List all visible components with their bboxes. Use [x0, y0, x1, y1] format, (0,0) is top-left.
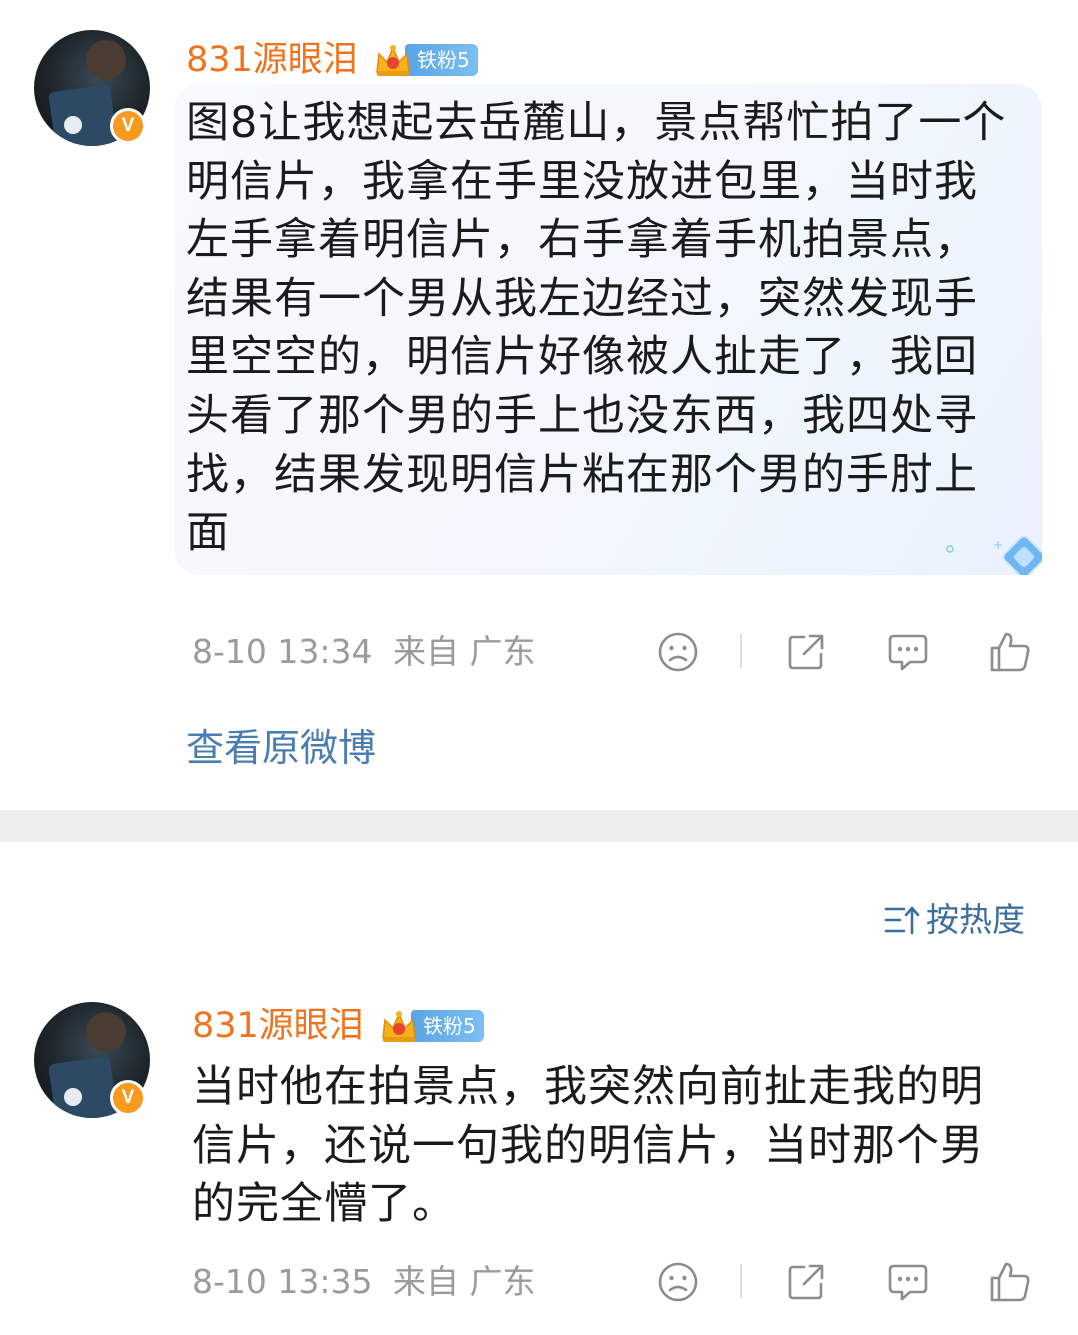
- avatar-detail: [64, 116, 82, 134]
- sort-label: 按热度: [926, 900, 1025, 939]
- fan-badge-label: 铁粉5: [411, 1010, 484, 1042]
- source-location: 来自 广东: [393, 632, 536, 671]
- verified-badge: V: [110, 1080, 146, 1116]
- section-divider: [0, 810, 1078, 842]
- comment-meta: 8-10 13:35 来自 广东: [192, 1262, 536, 1302]
- avatar-detail: [64, 1088, 82, 1106]
- timestamp: 8-10 13:34: [192, 632, 373, 671]
- like-icon[interactable]: [988, 1260, 1032, 1304]
- username[interactable]: 831源眼泪: [192, 1006, 364, 1046]
- username[interactable]: 831源眼泪: [186, 40, 358, 80]
- comment-icon[interactable]: [886, 630, 930, 674]
- like-icon[interactable]: [988, 630, 1032, 674]
- sad-face-icon[interactable]: [656, 1260, 700, 1304]
- avatar-jacket: [48, 83, 118, 146]
- share-icon[interactable]: [784, 1260, 828, 1304]
- avatar-jacket: [48, 1055, 118, 1118]
- share-icon[interactable]: [784, 630, 828, 674]
- view-original-link[interactable]: 查看原微博: [186, 726, 376, 770]
- avatar-hair: [86, 40, 126, 80]
- comment-text: 图8让我想起去岳麓山，景点帮忙拍了一个明信片，我拿在手里没放进包里，当时我左手拿…: [186, 98, 1007, 559]
- avatar-hair: [86, 1012, 126, 1052]
- comment-meta: 8-10 13:34 来自 广东: [192, 632, 536, 672]
- sad-face-icon[interactable]: [656, 630, 700, 674]
- comment-text: 当时他在拍景点，我突然向前扯走我的明信片，还说一句我的明信片，当时那个男的完全懵…: [192, 1062, 984, 1230]
- fan-badge[interactable]: 铁粉5: [379, 1006, 484, 1046]
- sort-icon: [884, 906, 920, 935]
- source-location: 来自 广东: [393, 1262, 536, 1301]
- divider: [740, 634, 742, 668]
- timestamp: 8-10 13:35: [192, 1262, 373, 1301]
- verified-badge: V: [110, 108, 146, 144]
- divider: [740, 1264, 742, 1298]
- crown-icon: [382, 1011, 416, 1042]
- fan-badge[interactable]: 铁粉5: [373, 40, 478, 80]
- fan-badge-label: 铁粉5: [405, 44, 478, 76]
- sort-by-hot-button[interactable]: 按热度: [884, 900, 1025, 940]
- crown-icon: [376, 45, 410, 76]
- comment-icon[interactable]: [886, 1260, 930, 1304]
